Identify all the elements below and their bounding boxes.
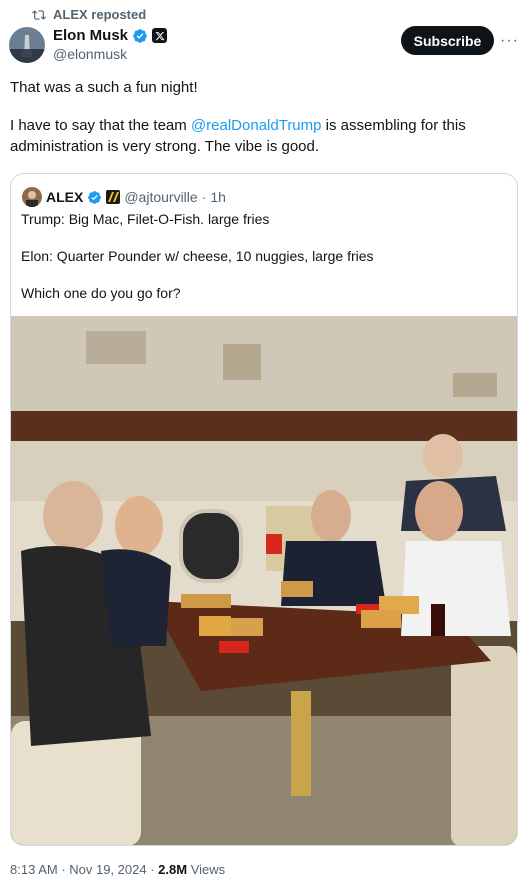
tweet-line-1: That was a such a fun night! (10, 79, 198, 96)
author-name[interactable]: Elon Musk (53, 27, 128, 44)
more-icon[interactable]: ··· (500, 32, 519, 50)
separator-dot: · (57, 862, 70, 877)
x-logo-icon (152, 28, 168, 43)
views-count: 2.8M (158, 862, 188, 877)
quote-line-2: Elon: Quarter Pounder w/ cheese, 10 nugg… (21, 248, 374, 264)
separator-dot: · (146, 862, 159, 877)
quote-line-3: Which one do you go for? (21, 285, 181, 301)
repost-icon (32, 9, 46, 20)
verified-icon (88, 190, 102, 204)
verified-icon (133, 28, 147, 43)
author-avatar[interactable] (9, 27, 45, 63)
tweet-text-segment: I have to say that the team (10, 117, 191, 134)
affiliate-badge-icon (106, 190, 121, 204)
quote-photo[interactable] (11, 316, 517, 845)
quote-text: Trump: Big Mac, Filet-O-Fish. large frie… (21, 210, 506, 321)
quote-avatar[interactable] (22, 187, 42, 207)
tweet-meta: 8:13 AM · Nov 19, 2024 · 2.8M Views (10, 862, 225, 877)
quote-line-1: Trump: Big Mac, Filet-O-Fish. large frie… (21, 211, 270, 227)
separator-dot: · (201, 189, 207, 205)
quote-author-name[interactable]: ALEX (46, 189, 83, 205)
views-label: Views (187, 862, 226, 877)
tweet-line-2: I have to say that the team @realDonaldT… (10, 115, 515, 157)
author-handle[interactable]: @elonmusk (53, 46, 127, 62)
repost-label: ALEX reposted (53, 7, 147, 22)
tweet-date[interactable]: Nov 19, 2024 (69, 862, 146, 877)
tweet-text: That was a such a fun night! I have to s… (10, 77, 515, 174)
mention-link[interactable]: @realDonaldTrump (191, 117, 322, 134)
repost-indicator[interactable]: ALEX reposted (32, 7, 146, 22)
tweet-time[interactable]: 8:13 AM (10, 862, 58, 877)
quote-time[interactable]: 1h (210, 189, 226, 205)
quote-handle[interactable]: @ajtourville (124, 189, 197, 205)
quoted-tweet[interactable]: ALEX @ajtourville · 1h Trump: Big Mac, F… (10, 173, 518, 846)
subscribe-button[interactable]: Subscribe (401, 26, 494, 55)
